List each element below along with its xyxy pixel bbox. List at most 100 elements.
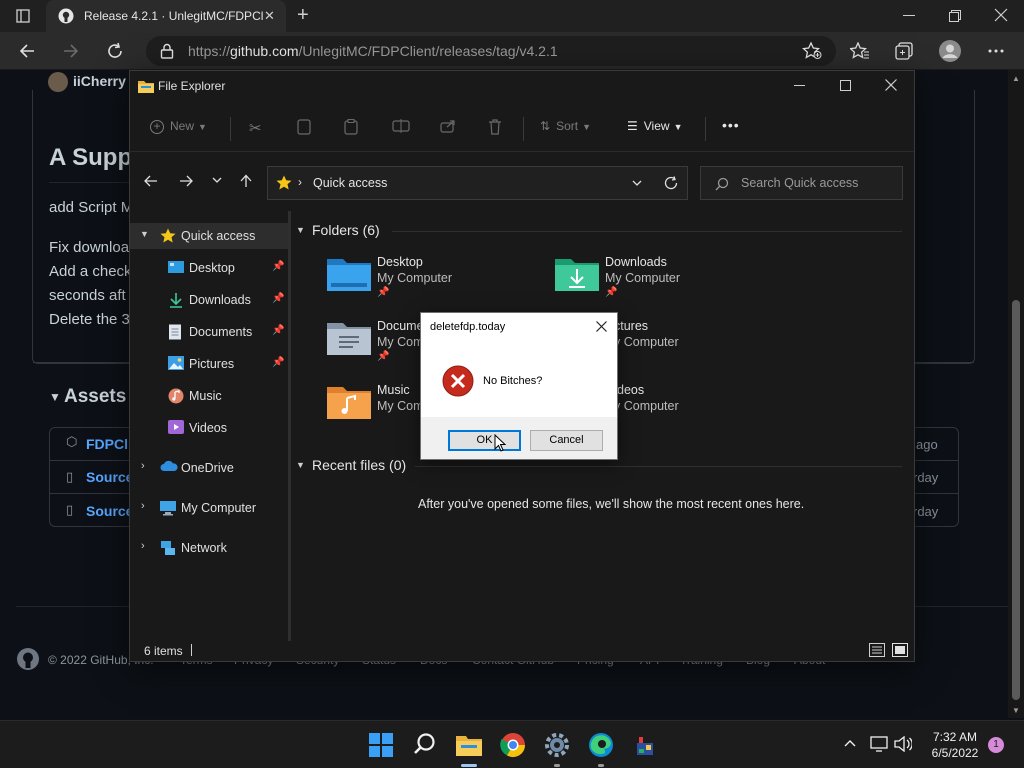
minimize-window-icon[interactable] xyxy=(903,15,915,16)
notification-badge[interactable]: 1 xyxy=(988,737,1004,753)
new-tab-button[interactable]: + xyxy=(297,4,309,27)
back-arrow-icon[interactable] xyxy=(18,42,36,60)
volume-icon[interactable] xyxy=(894,736,912,752)
paste-icon[interactable] xyxy=(344,119,358,135)
expand-chevron-icon[interactable]: › xyxy=(141,500,145,512)
github-favicon-icon xyxy=(58,8,74,24)
nav-item-downloads[interactable]: Downloads 📌 xyxy=(130,287,288,313)
nav-item-documents[interactable]: Documents 📌 xyxy=(130,319,288,345)
network-status-icon[interactable] xyxy=(870,736,888,752)
browser-menu-icon[interactable] xyxy=(988,49,1004,53)
copy-icon[interactable] xyxy=(297,119,311,135)
refresh-icon[interactable] xyxy=(664,176,678,190)
ok-button[interactable]: OK xyxy=(448,430,521,451)
address-bar[interactable]: › Quick access xyxy=(267,166,688,200)
assets-title[interactable]: Assets xyxy=(64,386,126,408)
up-arrow-icon[interactable] xyxy=(240,174,252,188)
nav-item-desktop[interactable]: Desktop 📌 xyxy=(130,255,288,281)
cancel-button[interactable]: Cancel xyxy=(530,430,603,451)
app-launcher-icon[interactable] xyxy=(631,731,659,759)
close-window-icon[interactable] xyxy=(994,8,1008,22)
rename-icon[interactable] xyxy=(392,119,410,133)
nav-item-network[interactable]: › Network xyxy=(130,535,288,561)
clock-date[interactable]: 6/5/2022 xyxy=(925,746,985,760)
search-icon[interactable] xyxy=(411,731,439,759)
browser-tab-active[interactable]: Release 4.2.1 · UnlegitMC/FDPCli ✕ xyxy=(46,0,286,32)
profile-avatar-icon[interactable] xyxy=(939,40,961,62)
favorites-icon[interactable] xyxy=(850,42,870,60)
pin-icon[interactable]: 📌 xyxy=(272,293,284,304)
tiles-view-icon[interactable] xyxy=(892,643,908,657)
pin-icon[interactable]: 📌 xyxy=(272,325,284,336)
nav-item-videos[interactable]: Videos xyxy=(130,415,288,441)
path-history-chevron-icon[interactable] xyxy=(632,180,642,187)
more-options-button[interactable]: ••• xyxy=(722,117,740,133)
chrome-icon[interactable] xyxy=(499,731,527,759)
nav-item-music[interactable]: Music xyxy=(130,383,288,409)
restore-window-icon[interactable] xyxy=(949,10,961,22)
recent-locations-chevron-icon[interactable] xyxy=(212,177,222,184)
edge-icon[interactable] xyxy=(587,731,615,767)
github-logo-icon[interactable] xyxy=(16,647,40,671)
new-button[interactable]: + New ▼ xyxy=(150,119,207,134)
folder-name: ctures xyxy=(614,319,649,333)
folders-section-header[interactable]: Folders (6) xyxy=(312,222,380,238)
recent-files-section-header[interactable]: Recent files (0) xyxy=(312,457,406,473)
expand-chevron-icon[interactable]: › xyxy=(141,540,145,552)
delete-icon[interactable] xyxy=(488,119,502,135)
author-name[interactable]: iiCherry xyxy=(73,73,126,89)
asset-link-3[interactable]: Source xyxy=(86,503,133,519)
scroll-down-icon[interactable]: ▼ xyxy=(1012,706,1020,715)
file-explorer-taskbar-icon[interactable] xyxy=(455,731,483,767)
folder-tile-downloads[interactable]: Downloads My Computer 📌 xyxy=(555,255,755,311)
collections-icon[interactable] xyxy=(895,42,913,60)
tab-close-icon[interactable]: ✕ xyxy=(264,8,275,24)
details-view-icon[interactable] xyxy=(869,643,885,657)
maximize-icon[interactable] xyxy=(840,80,851,91)
minimize-icon[interactable] xyxy=(794,85,805,86)
url-field[interactable]: https://github.com/UnlegitMC/FDPClient/r… xyxy=(146,36,836,66)
share-icon[interactable] xyxy=(440,119,456,133)
refresh-icon[interactable] xyxy=(106,42,124,60)
forward-arrow-icon[interactable] xyxy=(62,42,80,60)
asset-link-2[interactable]: Source xyxy=(86,469,133,485)
pane-splitter[interactable] xyxy=(288,211,291,641)
new-label: New xyxy=(170,119,195,133)
folder-name: Downloads xyxy=(605,255,667,269)
scrollbar-thumb[interactable] xyxy=(1012,300,1020,700)
add-favorite-icon[interactable] xyxy=(802,42,822,60)
assets-toggle-icon[interactable]: ▼ xyxy=(49,390,61,404)
expand-chevron-icon[interactable]: › xyxy=(141,460,145,472)
sort-button[interactable]: ⇅ Sort ▼ xyxy=(540,119,591,133)
close-icon[interactable] xyxy=(885,79,897,91)
lock-icon[interactable] xyxy=(160,43,174,59)
breadcrumb-quick-access[interactable]: Quick access xyxy=(313,176,387,190)
collapse-chevron-icon[interactable]: ▼ xyxy=(296,460,305,470)
nav-item-quick-access[interactable]: ▼ Quick access xyxy=(130,223,288,249)
search-box[interactable]: Search Quick access xyxy=(700,166,903,200)
start-windows-icon[interactable] xyxy=(367,731,395,759)
settings-gear-icon[interactable] xyxy=(543,731,571,767)
close-icon[interactable] xyxy=(596,317,607,332)
cut-icon[interactable]: ✂ xyxy=(249,119,262,137)
forward-arrow-icon[interactable] xyxy=(179,175,193,187)
pin-icon[interactable]: 📌 xyxy=(272,357,284,368)
view-button[interactable]: ☰ View ▼ xyxy=(627,119,682,133)
scroll-up-icon[interactable]: ▲ xyxy=(1012,74,1020,83)
navigation-pane: ▼ Quick access Desktop 📌 Downloads 📌 Doc… xyxy=(130,211,290,641)
star-icon xyxy=(160,228,176,244)
show-hidden-icons-chevron-icon[interactable] xyxy=(844,739,856,747)
expand-chevron-icon[interactable]: ▼ xyxy=(140,229,149,239)
tab-actions-icon[interactable] xyxy=(16,9,30,23)
nav-item-my-computer[interactable]: › My Computer xyxy=(130,495,288,521)
pin-icon[interactable]: 📌 xyxy=(272,261,284,272)
folder-tile-desktop[interactable]: Desktop My Computer 📌 xyxy=(327,255,527,311)
collapse-chevron-icon[interactable]: ▼ xyxy=(296,225,305,235)
back-arrow-icon[interactable] xyxy=(144,175,158,187)
page-scrollbar[interactable]: ▲ ▼ xyxy=(1008,70,1024,718)
nav-item-pictures[interactable]: Pictures 📌 xyxy=(130,351,288,377)
toolbar-divider xyxy=(230,117,231,141)
nav-item-onedrive[interactable]: › OneDrive xyxy=(130,455,288,481)
clock-time[interactable]: 7:32 AM xyxy=(925,730,985,744)
active-indicator xyxy=(461,764,477,767)
